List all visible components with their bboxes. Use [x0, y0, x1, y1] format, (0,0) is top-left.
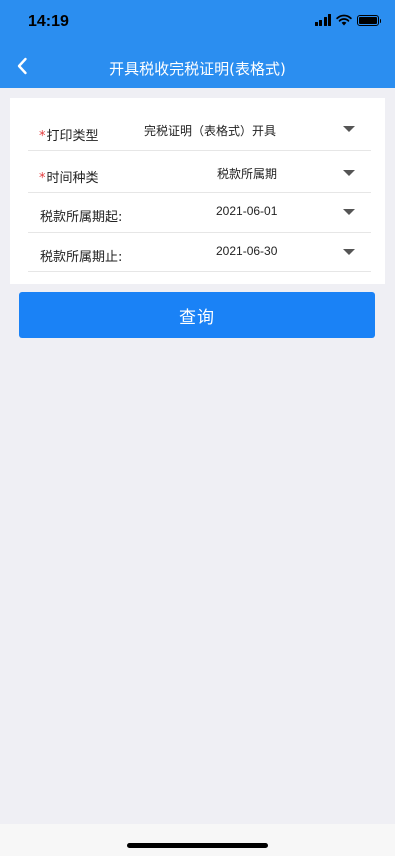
period-end-select[interactable]: 税款所属期止: 2021-06-30: [28, 232, 371, 272]
caret-down-icon: [343, 170, 355, 176]
period-start-select[interactable]: 税款所属期起: 2021-06-01: [28, 193, 371, 233]
time-type-label: *时间种类: [39, 171, 99, 186]
home-indicator[interactable]: [127, 843, 268, 848]
status-time: 14:19: [28, 13, 69, 30]
print-type-select[interactable]: *打印类型 完税证明（表格式）开具: [28, 111, 371, 151]
time-type-value: 税款所属期: [217, 167, 278, 181]
query-form: *打印类型 完税证明（表格式）开具 *时间种类 税款所属期 税款所属期起: 20…: [10, 98, 385, 284]
page-title: 开具税收完税证明(表格式): [109, 60, 286, 78]
caret-down-icon: [343, 209, 355, 215]
required-mark: *: [39, 171, 46, 186]
print-type-label: *打印类型: [39, 129, 99, 144]
query-button[interactable]: 查询: [19, 292, 375, 338]
home-bar-area: [0, 824, 395, 856]
period-start-label: 税款所属期起:: [40, 210, 123, 225]
period-end-label: 税款所属期止:: [40, 250, 123, 265]
period-end-value: 2021-06-30: [216, 244, 278, 258]
caret-down-icon: [343, 249, 355, 255]
time-type-select[interactable]: *时间种类 税款所属期: [28, 153, 371, 193]
print-type-value: 完税证明（表格式）开具: [144, 124, 277, 138]
caret-down-icon: [343, 126, 355, 132]
app-header: 14:19 开具税收完税证明(表格式): [0, 0, 395, 88]
period-start-value: 2021-06-01: [216, 204, 278, 218]
status-icons: [314, 14, 381, 26]
cellular-signal-icon: [314, 14, 331, 26]
wifi-icon: [336, 14, 352, 26]
required-mark: *: [39, 129, 46, 144]
battery-icon: [357, 14, 381, 26]
